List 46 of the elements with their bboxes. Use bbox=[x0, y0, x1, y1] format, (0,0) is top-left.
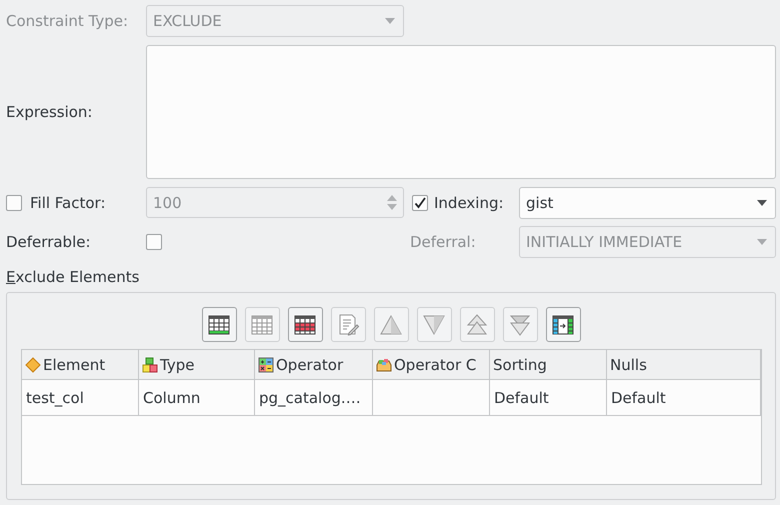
calculator-icon bbox=[258, 356, 274, 372]
header-label: Type bbox=[160, 356, 194, 374]
table-cell: test_col bbox=[26, 388, 84, 406]
table-cell: Default bbox=[611, 388, 666, 406]
triangle-up-icon bbox=[379, 312, 403, 336]
column-header[interactable]: Nulls bbox=[607, 350, 761, 379]
table-remove-icon bbox=[293, 312, 317, 336]
field-label: Indexing: bbox=[434, 194, 505, 212]
header-label: Operator bbox=[276, 356, 344, 374]
triangle-down-icon bbox=[422, 312, 446, 336]
field-label: Deferrable: bbox=[6, 233, 92, 251]
header-label: Sorting bbox=[493, 356, 547, 374]
field-label: Expression: bbox=[6, 103, 94, 121]
toolbar-button[interactable] bbox=[288, 307, 322, 342]
table-cell: pg_catalog.… bbox=[259, 388, 361, 406]
table-columns-icon bbox=[551, 312, 575, 336]
expression-field[interactable] bbox=[146, 45, 776, 179]
toolbar-button[interactable] bbox=[546, 307, 580, 342]
double-down-icon bbox=[508, 312, 532, 336]
shapes-icon bbox=[142, 356, 158, 372]
table-add-icon bbox=[207, 312, 231, 336]
header-label: Element bbox=[43, 356, 106, 374]
diamond-icon bbox=[25, 356, 41, 372]
checkbox[interactable] bbox=[146, 234, 162, 250]
column-header[interactable]: Operator bbox=[255, 350, 373, 379]
box-icon bbox=[376, 356, 392, 372]
column-header[interactable]: Type bbox=[139, 350, 255, 379]
caret-icon bbox=[757, 239, 767, 245]
dropdown[interactable]: gist bbox=[519, 186, 776, 218]
field-label: Deferral: bbox=[410, 233, 477, 251]
column-header[interactable]: Sorting bbox=[490, 350, 607, 379]
checkbox[interactable] bbox=[412, 194, 428, 210]
toolbar-button[interactable] bbox=[202, 307, 236, 342]
field-label: Constraint Type: bbox=[6, 12, 130, 30]
table-cell: Column bbox=[143, 388, 200, 406]
header-label: Nulls bbox=[610, 356, 647, 374]
section-title: Exclude Elements bbox=[6, 268, 140, 286]
double-up-icon bbox=[465, 312, 489, 336]
table-cell: Default bbox=[494, 388, 549, 406]
header-label: Operator C bbox=[394, 356, 476, 374]
caret-icon bbox=[757, 200, 767, 206]
caret-icon bbox=[385, 18, 395, 24]
column-header[interactable]: Operator C bbox=[373, 350, 490, 379]
table-icon bbox=[250, 312, 274, 336]
field-label: Fill Factor: bbox=[30, 194, 107, 212]
column-header[interactable]: Element bbox=[22, 350, 139, 379]
